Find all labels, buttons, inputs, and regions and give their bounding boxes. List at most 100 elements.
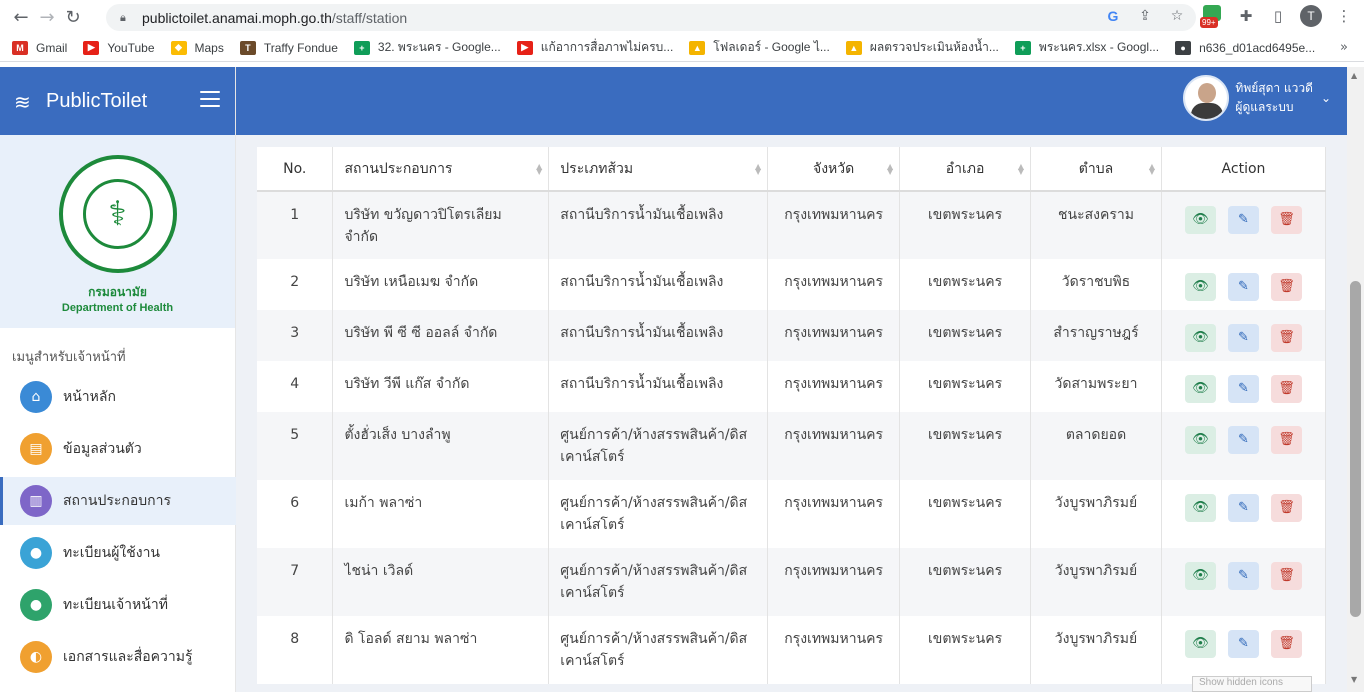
bookmark-item[interactable]: + พระนคร.xlsx - Googl... bbox=[1014, 38, 1159, 57]
eye-icon: 👁︎ bbox=[1192, 330, 1209, 345]
kebab-menu-icon[interactable]: ⋮ bbox=[1334, 7, 1354, 25]
bookmark-item[interactable]: ▶ YouTube bbox=[83, 40, 155, 55]
back-arrow-icon[interactable]: ← bbox=[8, 4, 34, 30]
user-menu[interactable]: ทิพย์สุดา แววดี ผู้ดูแลระบบ ⌄ bbox=[1183, 75, 1331, 121]
bookmark-item[interactable]: M Gmail bbox=[12, 40, 67, 55]
sort-icon[interactable]: ▲ ▼ bbox=[755, 163, 761, 176]
table-row: 2 บริษัท เหนือเมฆ จำกัด สถานีบริการน้ำมันเ… bbox=[257, 259, 1327, 310]
sort-icon[interactable]: ▲ ▼ bbox=[1018, 163, 1024, 176]
view-button[interactable]: 👁︎ bbox=[1184, 426, 1216, 454]
reload-icon[interactable]: ↻ bbox=[60, 4, 86, 30]
edit-button[interactable]: ✎ bbox=[1227, 494, 1259, 522]
edit-button[interactable]: ✎ bbox=[1227, 324, 1259, 352]
avatar[interactable] bbox=[1183, 75, 1230, 121]
trash-icon: 🗑︎ bbox=[1278, 500, 1295, 515]
eye-icon: 👁︎ bbox=[1192, 432, 1209, 447]
google-lens-icon[interactable]: G bbox=[1104, 8, 1122, 24]
sidebar-item[interactable]: ● ทะเบียนผู้ใช้งาน bbox=[0, 529, 236, 577]
bookmark-item[interactable]: ▲ ผลตรวจประเมินห้องน้ำ... bbox=[845, 38, 999, 57]
youtube-icon: ▶ bbox=[83, 40, 100, 55]
column-province-header[interactable]: จังหวัด ▲ ▼ bbox=[767, 147, 901, 192]
column-district-header[interactable]: อำเภอ ▲ ▼ bbox=[899, 147, 1032, 192]
column-toilet-type-cell: ศูนย์การค้า/ห้างสรรพสินค้า/ดิสเคาน์สโตร์ bbox=[548, 548, 769, 616]
edit-icon: ✎ bbox=[1238, 279, 1249, 294]
column-toilet-type-header[interactable]: ประเภทส้วม ▲ ▼ bbox=[548, 147, 769, 192]
delete-button[interactable]: 🗑︎ bbox=[1270, 494, 1302, 522]
bookmark-item[interactable]: ● n636_d01acd6495e... bbox=[1175, 40, 1315, 55]
column-header-label: จังหวัด bbox=[813, 160, 855, 177]
bookmarks-more-icon[interactable]: » bbox=[1340, 40, 1348, 55]
lock-icon[interactable]: 🔒︎ bbox=[120, 11, 132, 25]
sidebar: ≋ PublicToilet ⚕ กรมอนามัย Department of… bbox=[0, 67, 236, 692]
bookmark-item[interactable]: ▶ แก้อาการสื่อภาพไม่ครบ... bbox=[516, 38, 673, 57]
edit-button[interactable]: ✎ bbox=[1227, 562, 1259, 590]
scrollbar-thumb[interactable] bbox=[1350, 281, 1361, 617]
delete-button[interactable]: 🗑︎ bbox=[1270, 375, 1302, 403]
view-button[interactable]: 👁︎ bbox=[1184, 324, 1216, 352]
bookmark-item[interactable]: ◆ Maps bbox=[170, 40, 224, 55]
edit-icon: ✎ bbox=[1238, 212, 1249, 227]
bookmark-item[interactable]: T Traffy Fondue bbox=[239, 40, 338, 55]
delete-button[interactable]: 🗑︎ bbox=[1270, 273, 1302, 301]
address-bar[interactable]: 🔒︎ publictoilet.anamai.moph.go.th/staff/… bbox=[106, 4, 1196, 31]
column-action-cell: 👁︎ ✎ 🗑︎ bbox=[1161, 361, 1327, 412]
column-province-cell: กรุงเทพมหานคร bbox=[767, 310, 901, 361]
chevron-down-icon[interactable]: ⌄ bbox=[1321, 91, 1331, 105]
view-button[interactable]: 👁︎ bbox=[1184, 375, 1216, 403]
sort-icon[interactable]: ▲ ▼ bbox=[1149, 163, 1155, 176]
view-button[interactable]: 👁︎ bbox=[1184, 562, 1216, 590]
edit-button[interactable]: ✎ bbox=[1227, 375, 1259, 403]
bookmark-star-icon[interactable]: ☆ bbox=[1168, 8, 1186, 24]
edit-button[interactable]: ✎ bbox=[1227, 273, 1259, 301]
menu-title: เมนูสำหรับเจ้าหน้าที่ bbox=[12, 350, 126, 365]
bookmark-label: ผลตรวจประเมินห้องน้ำ... bbox=[869, 40, 999, 54]
column-subdistrict-header[interactable]: ตำบล ▲ ▼ bbox=[1030, 147, 1162, 192]
view-button[interactable]: 👁︎ bbox=[1184, 494, 1216, 522]
hamburger-menu-icon[interactable] bbox=[200, 91, 220, 112]
view-button[interactable]: 👁︎ bbox=[1184, 206, 1216, 234]
scroll-down-icon[interactable]: ▼ bbox=[1351, 675, 1357, 684]
column-establishment-header[interactable]: สถานประกอบการ ▲ ▼ bbox=[332, 147, 550, 192]
page-scrollbar[interactable]: ▲ ▼ bbox=[1347, 67, 1364, 692]
edit-icon: ✎ bbox=[1238, 636, 1249, 651]
share-icon[interactable]: ⇪ bbox=[1136, 8, 1154, 24]
sidebar-item-label: เอกสารและสื่อความรู้ bbox=[63, 649, 193, 665]
delete-button[interactable]: 🗑︎ bbox=[1270, 324, 1302, 352]
edit-icon: ✎ bbox=[1238, 330, 1249, 345]
view-button[interactable]: 👁︎ bbox=[1184, 630, 1216, 658]
bookmark-item[interactable]: ▲ โฟลเดอร์ - Google ไ... bbox=[689, 38, 830, 57]
sidebar-item[interactable]: ⌂ หน้าหลัก bbox=[0, 373, 236, 421]
forward-arrow-icon[interactable]: → bbox=[34, 4, 60, 30]
puzzle-icon[interactable]: ✚ bbox=[1236, 7, 1256, 25]
scroll-up-icon[interactable]: ▲ bbox=[1351, 71, 1357, 80]
delete-button[interactable]: 🗑︎ bbox=[1270, 562, 1302, 590]
sidebar-item[interactable]: ▤ ข้อมูลส่วนตัว bbox=[0, 425, 236, 473]
extensions-area: 99+ ✚ ▯ T ⋮ bbox=[1200, 4, 1354, 28]
eye-icon: 👁︎ bbox=[1192, 500, 1209, 515]
column-establishment-cell: บริษัท วีพี แก๊ส จำกัด bbox=[332, 361, 550, 412]
delete-button[interactable]: 🗑︎ bbox=[1270, 630, 1302, 658]
delete-button[interactable]: 🗑︎ bbox=[1270, 426, 1302, 454]
url-text[interactable]: publictoilet.anamai.moph.go.th/staff/sta… bbox=[142, 10, 407, 26]
drive-icon: ▲ bbox=[845, 40, 862, 55]
sidebar-item[interactable]: ● ทะเบียนเจ้าหน้าที่ bbox=[0, 581, 236, 629]
browser-toolbar: ← → ↻ 🔒︎ publictoilet.anamai.moph.go.th/… bbox=[0, 0, 1364, 34]
column-no-cell: 5 bbox=[257, 412, 334, 480]
edit-button[interactable]: ✎ bbox=[1227, 630, 1259, 658]
side-panel-icon[interactable]: ▯ bbox=[1268, 7, 1288, 25]
eye-icon: 👁︎ bbox=[1192, 568, 1209, 583]
bookmark-item[interactable]: +32. พระนคร - Google... bbox=[353, 38, 501, 57]
profile-avatar[interactable]: T bbox=[1300, 5, 1322, 27]
user-info[interactable]: ทิพย์สุดา แววดี ผู้ดูแลระบบ bbox=[1235, 79, 1313, 117]
sort-icon[interactable]: ▲ ▼ bbox=[887, 163, 893, 176]
sort-icon[interactable]: ▲ ▼ bbox=[536, 163, 542, 176]
extension-icon[interactable]: 99+ bbox=[1200, 4, 1224, 28]
table-row: 1 บริษัท ขวัญดาวปิโตรเลียม จำกัด สถานีบริก… bbox=[257, 191, 1327, 259]
sidebar-item[interactable]: ▥ สถานประกอบการ bbox=[0, 477, 236, 525]
delete-button[interactable]: 🗑︎ bbox=[1270, 206, 1302, 234]
edit-button[interactable]: ✎ bbox=[1227, 426, 1259, 454]
view-button[interactable]: 👁︎ bbox=[1184, 273, 1216, 301]
edit-button[interactable]: ✎ bbox=[1227, 206, 1259, 234]
brand-name[interactable]: PublicToilet bbox=[46, 90, 147, 113]
sidebar-item[interactable]: ◐ เอกสารและสื่อความรู้ bbox=[0, 633, 236, 681]
